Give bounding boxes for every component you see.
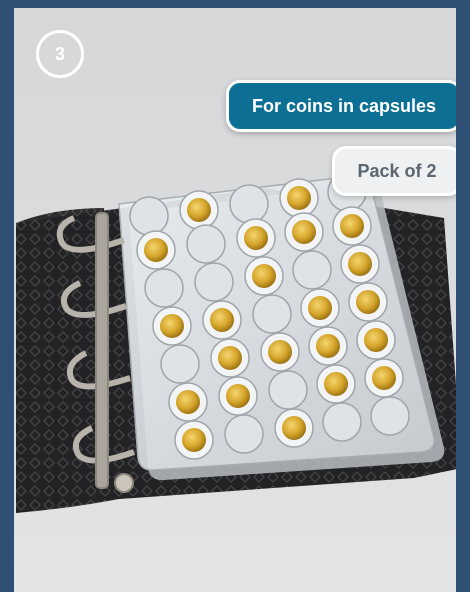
pack-size-label-text: Pack of 2 [357,160,437,181]
feature-label-capsules-text: For coins in capsules [251,95,437,116]
step-number-badge: 3 [36,30,84,78]
feature-label-capsules: For coins in capsules [226,80,456,132]
product-image-panel: 3 For coins in capsules Pack of 2 [14,8,456,592]
step-number: 3 [54,43,65,64]
pack-size-label: Pack of 2 [332,146,456,196]
